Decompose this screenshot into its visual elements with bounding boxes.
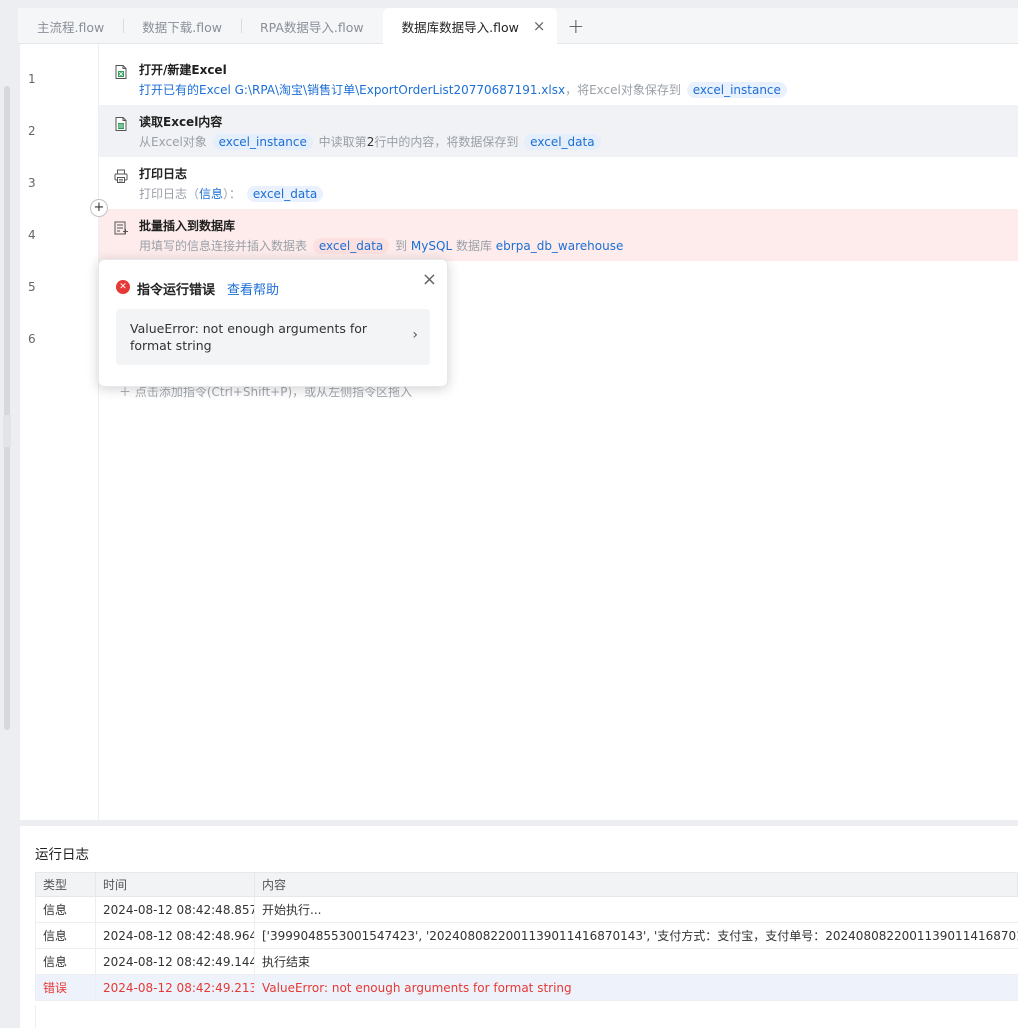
tab-db-import-flow[interactable]: 数据库数据导入.flow × <box>382 8 558 44</box>
db-insert-icon <box>114 221 128 235</box>
tab-label: 数据下载.flow <box>142 19 222 35</box>
line-number: 4 <box>28 228 36 242</box>
step-desc: 打开已有的Excel G:\RPA\淘宝\销售订单\ExportOrderLis… <box>139 81 789 98</box>
log-time: 2024-08-12 08:42:48.857 <box>95 896 255 923</box>
step-print-log[interactable]: 打印日志 打印日志（信息）： excel_data <box>99 157 1018 209</box>
log-content: ['3999048553001547423', '202408082200113… <box>254 922 1018 949</box>
step-read-excel[interactable]: 读取Excel内容 从Excel对象 excel_instance 中读取第2行… <box>99 105 1018 157</box>
run-log-panel: 运行日志 类型 时间 内容 信息 2024-08-12 08:42:48.857… <box>20 826 1018 1028</box>
step-title: 读取Excel内容 <box>139 115 223 129</box>
tab-bar: 主流程.flow 数据下载.flow RPA数据导入.flow 数据库数据导入.… <box>18 8 1018 44</box>
variable-chip[interactable]: excel_data <box>524 134 601 150</box>
error-title: 指令运行错误 <box>137 283 216 298</box>
step-desc: 打印日志（信息）： excel_data <box>139 185 325 202</box>
desc-text: ，将Excel对象保存到 <box>565 83 681 97</box>
step-desc: 用填写的信息连接并插入数据表 excel_data 到 MySQL 数据库 eb… <box>139 237 623 254</box>
error-message: ValueError: not enough arguments for for… <box>130 321 368 353</box>
log-table-empty-area <box>35 1005 1018 1028</box>
step-title: 打印日志 <box>139 167 188 181</box>
tab-label: 数据库数据导入.flow <box>401 19 519 35</box>
left-scrollbar[interactable] <box>4 86 10 730</box>
error-popover: ✕ 指令运行错误 查看帮助 × ValueError: not enough a… <box>98 259 448 387</box>
file-path: 打开已有的Excel G:\RPA\淘宝\销售订单\ExportOrderLis… <box>139 83 566 97</box>
log-time: 2024-08-12 08:42:48.964 <box>95 922 255 949</box>
desc-text: 到 <box>395 239 408 253</box>
step-title: 打开/新建Excel <box>139 63 227 77</box>
flow-editor: 1 2 3 4 5 6 打开/新建Excel 打开已有的Excel G:\RPA… <box>20 44 1018 820</box>
tab-label: 主流程.flow <box>37 19 105 35</box>
log-type: 信息 <box>35 922 96 949</box>
close-icon[interactable]: × <box>422 269 437 290</box>
log-time: 2024-08-12 08:42:49.213 <box>95 974 255 1001</box>
desc-text: 用填写的信息连接并插入数据表 <box>139 239 308 253</box>
log-time: 2024-08-12 08:42:49.144 <box>95 948 255 975</box>
log-table: 类型 时间 内容 信息 2024-08-12 08:42:48.857 开始执行… <box>35 872 1018 1001</box>
desc-text: 打印日志（ <box>139 187 200 201</box>
line-number: 2 <box>28 124 36 138</box>
print-log-icon <box>114 169 128 183</box>
excel-read-icon <box>115 117 127 131</box>
desc-text: ）： <box>223 187 242 201</box>
add-tab-button[interactable]: + <box>557 8 594 43</box>
close-icon[interactable]: × <box>533 17 546 35</box>
log-header-row: 类型 时间 内容 <box>35 872 1018 897</box>
tab-label: RPA数据导入.flow <box>259 19 364 35</box>
log-content: 执行结束 <box>254 948 1018 975</box>
variable-chip[interactable]: excel_instance <box>212 134 313 150</box>
line-number: 5 <box>28 280 36 294</box>
log-type: 信息 <box>35 948 96 975</box>
column-header-type[interactable]: 类型 <box>35 872 96 897</box>
column-header-time[interactable]: 时间 <box>95 872 255 897</box>
log-row[interactable]: 信息 2024-08-12 08:42:48.857 开始执行... <box>35 896 1018 923</box>
excel-open-icon <box>115 65 127 79</box>
error-detail-box[interactable]: ValueError: not enough arguments for for… <box>116 309 430 365</box>
variable-chip[interactable]: excel_data <box>312 238 390 254</box>
chevron-right-icon: › <box>412 327 418 343</box>
log-content: ValueError: not enough arguments for for… <box>254 974 1018 1001</box>
desc-text: 从Excel对象 <box>139 135 207 149</box>
step-batch-insert-db[interactable]: 批量插入到数据库 用填写的信息连接并插入数据表 excel_data 到 MyS… <box>99 209 1018 261</box>
desc-text: 行中的内容，将数据保存到 <box>374 135 519 149</box>
variable-chip[interactable]: excel_data <box>246 186 324 202</box>
log-type: 信息 <box>35 896 96 923</box>
db-type: MySQL <box>410 239 453 253</box>
log-level: 信息 <box>199 187 224 201</box>
line-gutter: 1 2 3 4 5 6 <box>20 44 99 820</box>
variable-chip[interactable]: excel_instance <box>686 82 787 98</box>
tab-rpa-import-flow[interactable]: RPA数据导入.flow <box>240 8 383 44</box>
log-title: 运行日志 <box>35 847 89 863</box>
db-name: ebrpa_db_warehouse <box>495 239 624 253</box>
log-row-error[interactable]: 错误 2024-08-12 08:42:49.213 ValueError: n… <box>35 974 1018 1001</box>
log-type: 错误 <box>35 974 96 1001</box>
log-row[interactable]: 信息 2024-08-12 08:42:49.144 执行结束 <box>35 948 1018 975</box>
log-row[interactable]: 信息 2024-08-12 08:42:48.964 ['39990485530… <box>35 922 1018 949</box>
desc-text: 数据库 <box>455 239 492 253</box>
help-link[interactable]: 查看帮助 <box>227 279 279 298</box>
panel-resize-handle[interactable] <box>3 415 11 447</box>
step-title: 批量插入到数据库 <box>139 219 236 233</box>
error-circle-icon: ✕ <box>116 280 130 294</box>
tab-main-flow[interactable]: 主流程.flow <box>18 8 123 44</box>
tab-data-download-flow[interactable]: 数据下载.flow <box>123 8 241 44</box>
line-number: 1 <box>28 72 36 86</box>
step-open-excel[interactable]: 打开/新建Excel 打开已有的Excel G:\RPA\淘宝\销售订单\Exp… <box>99 53 1018 105</box>
column-header-content[interactable]: 内容 <box>254 872 1018 897</box>
line-number: 6 <box>28 332 36 346</box>
desc-text: 中读取第 <box>318 135 367 149</box>
log-content: 开始执行... <box>254 896 1018 923</box>
left-rail <box>0 0 14 1028</box>
step-desc: 从Excel对象 excel_instance 中读取第2行中的内容，将数据保存… <box>139 133 603 150</box>
line-number: 3 <box>28 176 36 190</box>
insert-step-plus-icon[interactable]: + <box>90 199 108 217</box>
